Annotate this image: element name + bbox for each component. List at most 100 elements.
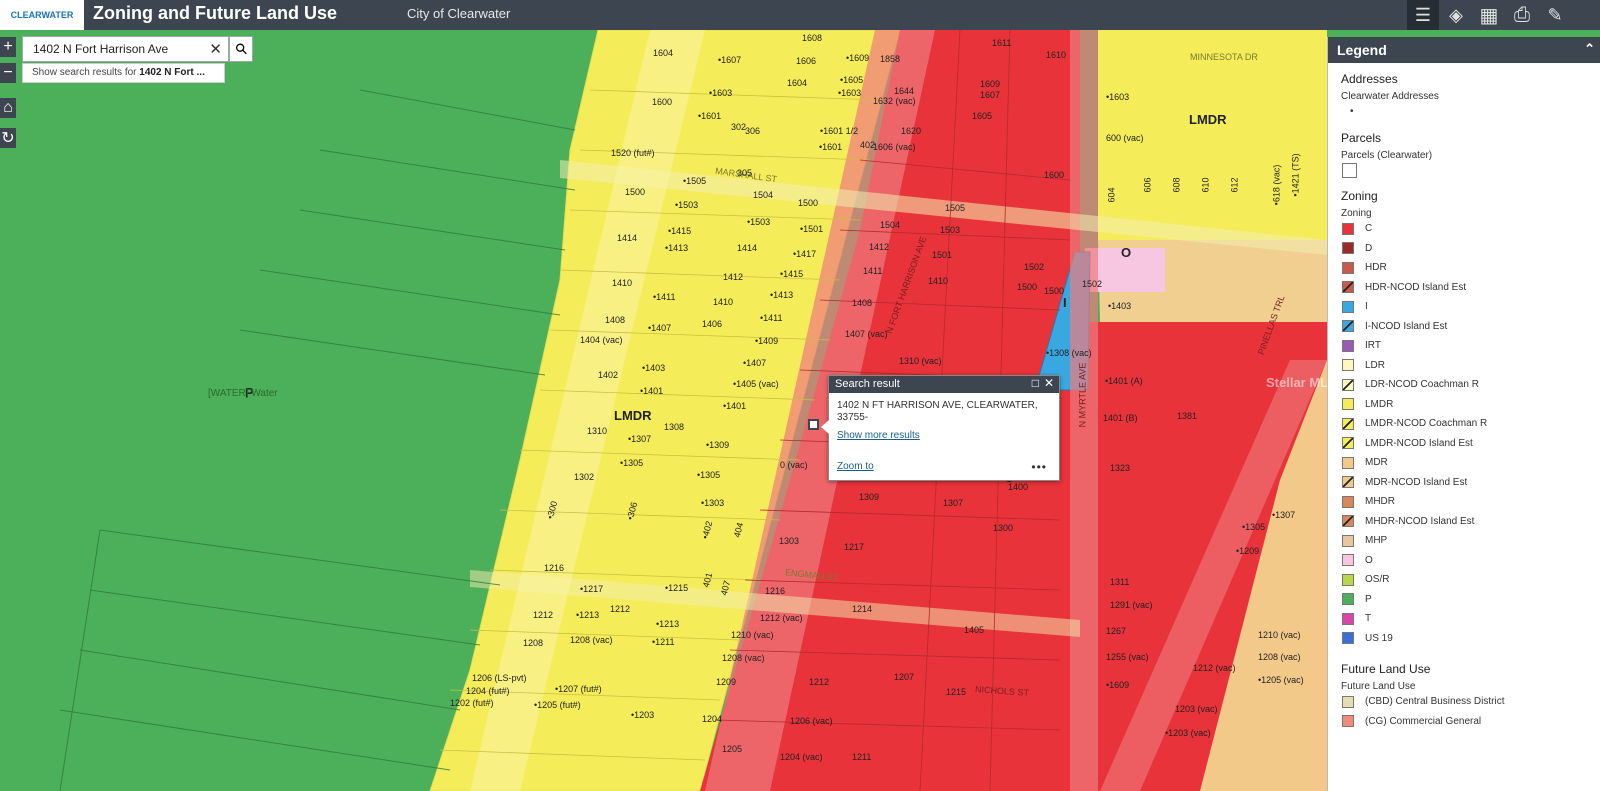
legend-item: LMDR (1342, 395, 1600, 415)
parcel-label: •1217 (580, 584, 604, 594)
parcel-label: 1410 (928, 276, 949, 286)
parcel-label: 306 (745, 126, 761, 136)
parcel-label: •1305 (697, 470, 721, 480)
zoom-to-link[interactable]: Zoom to (837, 461, 874, 472)
legend-label: O (1365, 554, 1373, 566)
legend-item: D (1342, 239, 1600, 259)
parcel-label: 1406 (702, 319, 723, 329)
legend-item: T (1342, 609, 1600, 629)
legend-label: P (1365, 593, 1372, 605)
legend-label: D (1365, 242, 1373, 254)
legend-label: MHDR-NCOD Island Est (1365, 515, 1475, 527)
clear-icon[interactable]: ✕ (209, 40, 222, 58)
parcel-label: •1209 (1236, 546, 1260, 556)
legend-item: IRT (1342, 336, 1600, 356)
parcel-label: 1310 (587, 426, 608, 436)
legend-label: IRT (1365, 340, 1381, 352)
parcel-label: 1216 (544, 563, 565, 573)
parcel-label: •1421 (TS) (1290, 153, 1301, 197)
legend-panel: Legend ⌃ Addresses Clearwater Addresses … (1327, 37, 1600, 791)
parcel-label: •1609 (1106, 680, 1130, 690)
legend-label: MHP (1365, 535, 1388, 547)
parcel-label: 1500 (1044, 286, 1065, 296)
zoom-in-button[interactable]: + (0, 37, 16, 57)
show-more-results-link[interactable]: Show more results (837, 430, 920, 441)
legend-label: OS/R (1365, 574, 1390, 586)
parcel-label: 1611 (992, 38, 1012, 48)
zoom-out-button[interactable]: − (0, 63, 16, 83)
parcel-label: 1414 (617, 233, 638, 243)
mls-watermark: Stellar MLS (1266, 375, 1327, 390)
parcel-label: 610 (1200, 177, 1211, 193)
legend-label: LMDR-NCOD Coachman R (1365, 418, 1488, 430)
parcel-label: 1216 (765, 586, 786, 596)
legend-swatch (1342, 612, 1354, 625)
legend-item (1342, 161, 1600, 181)
parcel-label: •1601 1/2 (820, 126, 859, 136)
legend-swatch (1342, 320, 1354, 333)
legend-item: C (1342, 219, 1600, 239)
parcel-label: •1407 (648, 323, 672, 333)
legend-swatch (1342, 359, 1354, 372)
parcel-label: •1213 (576, 610, 600, 620)
legend-label: US 19 (1365, 632, 1393, 644)
parcel-label: 1414 (737, 243, 758, 253)
legend-label: MDR (1365, 457, 1388, 469)
legend-subtitle: Future Land Use (1341, 681, 1416, 692)
legend-swatch (1342, 242, 1354, 255)
legend-swatch (1342, 300, 1354, 313)
parcel-label: 1505 (945, 203, 966, 213)
parcel-label: •1215 (665, 583, 689, 593)
draw-pencil-icon[interactable]: ✎ (1539, 0, 1571, 30)
parcel-label: •1411 (653, 292, 676, 302)
parcel-label: 1610 (1046, 50, 1067, 60)
legend-label: I (1365, 301, 1368, 313)
legend-swatch (1342, 417, 1354, 430)
home-button[interactable]: ⌂ (0, 98, 16, 118)
legend-subtitle: Zoning (1341, 208, 1372, 219)
top-bar: CLEARWATER Zoning and Future Land Use Ci… (0, 0, 1600, 30)
legend-item: LMDR-NCOD Island Est (1342, 434, 1600, 454)
parcel-label: •1211 (652, 637, 675, 647)
search-result-marker[interactable] (808, 419, 819, 430)
parcel-label: 1504 (753, 190, 774, 200)
parcel-label: •1309 (706, 440, 730, 450)
parcel-label: •1609 (846, 53, 870, 63)
legend-list-icon[interactable]: ☰ (1407, 0, 1439, 30)
locate-button[interactable]: ↻ (0, 128, 16, 148)
parcel-label: 1302 (574, 472, 595, 482)
parcel-label: 1408 (852, 298, 873, 308)
clearwater-logo[interactable]: CLEARWATER (0, 0, 84, 30)
popup-pointer (821, 420, 829, 434)
map-canvas[interactable]: LMDR LMDR C O I P [WATER] Water MARSHALL… (0, 30, 1327, 791)
parcel-label: •1603 (709, 88, 733, 98)
basemap-grid-icon[interactable]: ▦ (1473, 0, 1505, 30)
parcel-label: 1858 (880, 54, 901, 64)
maximize-icon[interactable]: □ (1032, 376, 1039, 390)
legend-swatch (1342, 437, 1354, 450)
legend-swatch (1342, 695, 1354, 708)
zoning-map-svg (0, 30, 1327, 791)
search-button[interactable]: ⚲ (229, 36, 253, 62)
layers-icon[interactable]: ◈ (1440, 0, 1472, 30)
search-input[interactable] (31, 37, 205, 61)
print-icon[interactable]: ⎙ (1506, 0, 1538, 30)
legend-label: LDR-NCOD Coachman R (1365, 379, 1479, 391)
collapse-icon[interactable]: ⌃ (1584, 41, 1595, 57)
parcel-label: 606 (1142, 177, 1153, 193)
legend-header: Legend ⌃ (1328, 37, 1600, 63)
popup-menu-icon[interactable]: ••• (1031, 460, 1047, 474)
legend-item: LDR-NCOD Coachman R (1342, 375, 1600, 395)
parcel-label: 1604 (653, 48, 674, 58)
home-icon: ⌂ (3, 99, 13, 116)
legend-label: HDR (1365, 262, 1387, 274)
parcel-label: 1644 (894, 86, 915, 96)
close-icon[interactable]: ✕ (1044, 376, 1054, 390)
search-suggestion[interactable]: Show search results for 1402 N Fort ... (22, 63, 225, 83)
legend-item: OS/R (1342, 570, 1600, 590)
legend-swatch (1342, 715, 1354, 728)
popup-address-line2: 33755- (837, 412, 869, 423)
parcel-label: 1215 (946, 687, 967, 697)
legend-item: I-NCOD Island Est (1342, 317, 1600, 337)
parcel-label: 1207 (894, 672, 915, 682)
